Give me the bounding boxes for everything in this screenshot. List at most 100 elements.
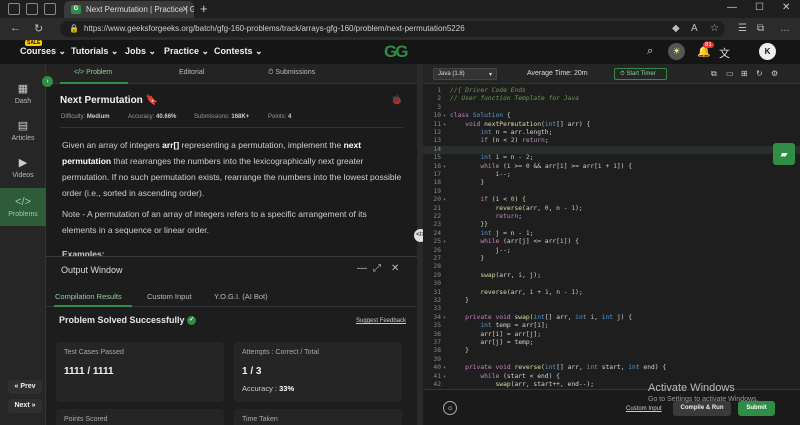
- sidebar-item-problems[interactable]: </> Problems: [0, 188, 46, 226]
- code-line[interactable]: 40 ▾ private void reverse(int[] arr, int …: [423, 364, 800, 372]
- menu-courses[interactable]: Courses ⌄: [20, 46, 66, 57]
- code-line[interactable]: 31 reverse(arr, i + 1, n - 1);: [423, 289, 800, 297]
- code-line[interactable]: 26 j--;: [423, 247, 800, 255]
- sidebar-item-articles[interactable]: ▤ Articles: [0, 119, 46, 149]
- code-line[interactable]: 21 reverse(arr, 0, n - 1);: [423, 205, 800, 213]
- translate-icon[interactable]: 文: [719, 45, 730, 61]
- next-button[interactable]: Next »: [8, 399, 42, 413]
- fold-chevron-icon[interactable]: ▾: [443, 121, 446, 129]
- code-line[interactable]: 20 ▾ if (i < 0) {: [423, 196, 800, 204]
- favorites-icon[interactable]: ☰: [738, 23, 747, 34]
- code-line[interactable]: 36 arr[i] = arr[j];: [423, 331, 800, 339]
- code-line[interactable]: 13 if (n < 2) return;: [423, 137, 800, 145]
- fold-chevron-icon[interactable]: ▾: [443, 314, 446, 322]
- close-window-icon[interactable]: ✕: [782, 2, 790, 13]
- tab-yogi-ai-bot[interactable]: Y.O.G.I. (AI Bot): [214, 292, 268, 301]
- tab-submissions[interactable]: ⏱ Submissions: [268, 69, 315, 77]
- report-bug-icon[interactable]: 🐞: [391, 95, 402, 106]
- favorite-star-icon[interactable]: ☆: [710, 23, 719, 34]
- code-area[interactable]: 1//{ Driver Code Ends 2// User function T…: [423, 85, 800, 389]
- gfg-logo[interactable]: GG: [384, 42, 408, 62]
- sidebar-item-dash[interactable]: ▦ Dash: [0, 82, 46, 112]
- menu-jobs[interactable]: Jobs ⌄: [125, 46, 156, 57]
- code-line[interactable]: 10 ▾ class Solution {: [423, 112, 800, 120]
- expand-output-icon[interactable]: ⤢: [373, 263, 381, 274]
- browser-tab[interactable]: G Next Permutation | Practice | Gee ✕: [64, 1, 194, 18]
- code-line[interactable]: 22 return;: [423, 213, 800, 221]
- code-line[interactable]: 32 }: [423, 297, 800, 305]
- code-line[interactable]: 18 }: [423, 179, 800, 187]
- code-line[interactable]: 41 ▾ while (start < end) {: [423, 373, 800, 381]
- collections-icon[interactable]: ⧉: [757, 23, 764, 34]
- code-line[interactable]: 15 int i = n - 2;: [423, 154, 800, 162]
- code-line[interactable]: 3: [423, 104, 800, 112]
- url-input[interactable]: 🔒 https://www.geeksforgeeks.org/batch/gf…: [60, 21, 725, 37]
- fold-chevron-icon[interactable]: ▾: [443, 196, 446, 204]
- extension-icon[interactable]: ◆: [672, 23, 680, 34]
- maximize-icon[interactable]: ☐: [755, 2, 764, 13]
- code-line[interactable]: 30: [423, 280, 800, 288]
- expand-editor-icon[interactable]: ⊞: [741, 69, 748, 78]
- close-output-icon[interactable]: ✕: [391, 263, 399, 274]
- code-line[interactable]: 37 arr[j] = temp;: [423, 339, 800, 347]
- settings-gear-icon[interactable]: ⚙: [771, 69, 778, 78]
- start-timer-button[interactable]: ⏱ Start Timer: [614, 68, 667, 80]
- code-line[interactable]: 25 ▾ while (arr[j] <= arr[i]) {: [423, 238, 800, 246]
- code-line[interactable]: 39: [423, 356, 800, 364]
- theme-toggle-icon[interactable]: ☀: [668, 43, 685, 60]
- fold-chevron-icon[interactable]: ▾: [443, 373, 446, 381]
- code-line[interactable]: 34 ▾ private void swap(int[] arr, int i, …: [423, 314, 800, 322]
- search-icon[interactable]: ⌕: [647, 45, 653, 58]
- minimize-output-icon[interactable]: —: [357, 263, 367, 274]
- new-tab-icon[interactable]: +: [200, 1, 208, 16]
- fold-chevron-icon[interactable]: ▾: [443, 112, 446, 120]
- tab-problem[interactable]: </> Problem: [74, 69, 112, 76]
- code-line[interactable]: 19: [423, 188, 800, 196]
- chat-icon[interactable]: ▰: [773, 143, 795, 165]
- hint-bulb-icon[interactable]: ☼: [443, 401, 457, 415]
- tab-compilation-results[interactable]: Compilation Results: [55, 292, 122, 301]
- fold-chevron-icon[interactable]: ▾: [443, 238, 446, 246]
- paste-icon[interactable]: ▭: [726, 69, 734, 78]
- refresh-icon[interactable]: ↻: [34, 22, 43, 35]
- code-line[interactable]: 24 int j = n - 1;: [423, 230, 800, 238]
- code-line[interactable]: 12 int n = arr.length;: [423, 129, 800, 137]
- code-line[interactable]: 33: [423, 305, 800, 313]
- menu-tutorials[interactable]: Tutorials ⌄: [71, 46, 118, 57]
- close-tab-icon[interactable]: ✕: [181, 4, 189, 15]
- code-line[interactable]: 28: [423, 263, 800, 271]
- fold-chevron-icon[interactable]: ▾: [443, 163, 446, 171]
- workspaces-icon[interactable]: [26, 3, 38, 15]
- copy-icon[interactable]: ⧉: [711, 69, 717, 79]
- compile-run-button[interactable]: Compile & Run: [673, 401, 731, 416]
- tab-editorial[interactable]: Editorial: [179, 69, 204, 76]
- sidebar-item-videos[interactable]: ▶ Videos: [0, 156, 46, 186]
- menu-contests[interactable]: Contests ⌄: [214, 46, 263, 57]
- code-line[interactable]: 35 int temp = arr[i];: [423, 322, 800, 330]
- reset-code-icon[interactable]: ↻: [756, 69, 763, 78]
- code-line[interactable]: 27 }: [423, 255, 800, 263]
- suggest-feedback-link[interactable]: Suggest Feedback: [356, 318, 406, 324]
- code-line[interactable]: 29 swap(arr, i, j);: [423, 272, 800, 280]
- prev-button[interactable]: « Prev: [8, 380, 42, 394]
- code-line[interactable]: 23 }}: [423, 221, 800, 229]
- read-aloud-icon[interactable]: A: [691, 23, 698, 34]
- code-line[interactable]: 14: [423, 145, 800, 155]
- submit-button[interactable]: Submit: [738, 401, 775, 416]
- code-line[interactable]: 11 ▾ void nextPermutation(int[] arr) {: [423, 121, 800, 129]
- back-icon[interactable]: ←: [10, 22, 21, 34]
- more-menu-icon[interactable]: …: [780, 23, 790, 34]
- collapse-sidebar-icon[interactable]: ›: [42, 76, 53, 87]
- avatar[interactable]: K: [759, 43, 776, 60]
- code-line[interactable]: 17 i--;: [423, 171, 800, 179]
- code-line[interactable]: 38 }: [423, 347, 800, 355]
- tab-actions-icon[interactable]: [44, 3, 56, 15]
- code-line[interactable]: 16 ▾ while (i >= 0 && arr[i] >= arr[i + 1…: [423, 163, 800, 171]
- custom-input-link[interactable]: Custom Input: [626, 406, 662, 412]
- code-line[interactable]: 2 // User function Template for Java: [423, 95, 800, 103]
- menu-practice[interactable]: Practice ⌄: [164, 46, 209, 57]
- language-select[interactable]: Java (1.8) ▾: [433, 68, 497, 80]
- bookmark-icon[interactable]: 🔖: [146, 95, 158, 106]
- profile-icon[interactable]: [8, 3, 20, 15]
- tab-custom-input[interactable]: Custom Input: [147, 292, 192, 301]
